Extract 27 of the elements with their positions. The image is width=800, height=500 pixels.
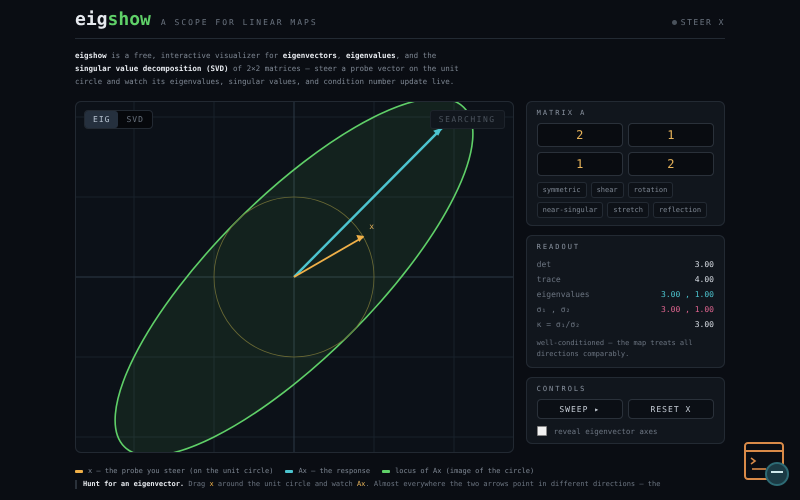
readout-value: 3.00 , 1.00 [661,305,714,314]
readout-label: trace [536,275,561,284]
status-badge: SEARCHING [430,110,505,129]
matrix-entry-field[interactable]: 2 [536,123,623,147]
readout-value: 3.00 [694,320,714,329]
app-logo: eigshow [75,8,151,32]
status-label: STEER X [680,18,725,27]
checkbox[interactable] [536,426,547,436]
readout-label: κ = σ₁/σ₂ [536,320,580,329]
readout-value: 3.00 , 1.00 [661,290,714,299]
matrix-entry-field[interactable]: 2 [628,152,714,176]
readout-value: 3.00 [694,260,714,269]
mode-tab[interactable]: SVD [118,111,152,128]
probe-label: x [369,222,374,231]
probe-arrow [294,235,364,278]
matrix-entry-field[interactable]: 1 [536,152,623,176]
mode-tab[interactable]: EIG [85,111,118,128]
readout-value: 4.00 [694,275,714,284]
control-button[interactable]: RESET X [628,399,714,419]
window-search-icon[interactable] [744,442,792,488]
status-dot-icon [672,20,677,25]
matrix-entry-field[interactable]: 1 [628,123,714,147]
readout-label: σ₁ , σ₂ [536,305,570,314]
readout-label: det [536,260,552,269]
control-button[interactable]: SWEEP ▸ [536,399,623,419]
readout-label: eigenvalues [536,290,590,299]
tagline: A SCOPE FOR LINEAR MAPS [160,18,318,27]
